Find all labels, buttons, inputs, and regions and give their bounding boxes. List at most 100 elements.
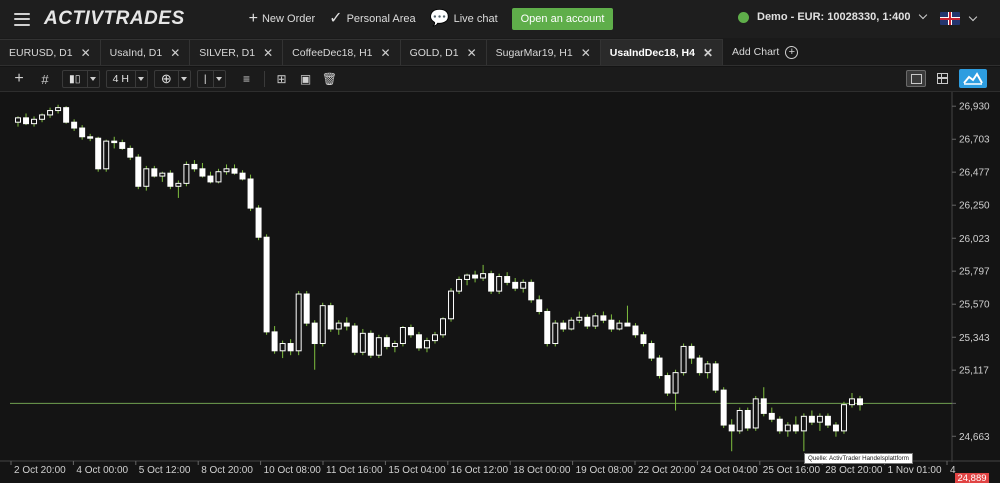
candle-body bbox=[744, 409, 751, 429]
candle-body bbox=[383, 337, 390, 347]
language-selector[interactable] bbox=[940, 12, 978, 25]
candle-body bbox=[624, 322, 631, 327]
checkmark-icon: ✓ bbox=[329, 10, 343, 27]
tab-usaind-dec18[interactable]: UsaIndDec18, H4 ✕ bbox=[600, 39, 724, 65]
candle-body bbox=[375, 337, 382, 356]
candle-body bbox=[319, 305, 326, 345]
plus-circle-icon: ⊕ bbox=[160, 71, 172, 86]
uk-flag-icon bbox=[940, 12, 960, 25]
candle-body bbox=[576, 316, 583, 321]
chevron-down-icon bbox=[919, 10, 928, 20]
single-layout-button[interactable] bbox=[906, 70, 926, 87]
candle-body bbox=[640, 334, 647, 345]
candle-body bbox=[520, 281, 527, 289]
add-indicator-dropdown[interactable]: ⊕ bbox=[153, 70, 191, 88]
tab-label: CoffeeDec18, H1 bbox=[292, 46, 373, 59]
candlestick-icon: ▮▯ bbox=[69, 73, 81, 85]
chart-tabs: EURUSD, D1 ✕ UsaInd, D1 ✕ SILVER, D1 ✕ Coff… bbox=[0, 38, 1000, 66]
tab-usaind[interactable]: UsaInd, D1 ✕ bbox=[100, 39, 191, 65]
fibonacci-icon[interactable]: ≡ bbox=[236, 70, 258, 88]
plus-icon: + bbox=[248, 10, 258, 27]
close-icon[interactable]: ✕ bbox=[467, 46, 477, 60]
tab-sugar[interactable]: SugarMar19, H1 ✕ bbox=[486, 39, 601, 65]
price-tick-label: 26,703 bbox=[959, 135, 990, 146]
candle-body bbox=[343, 322, 350, 327]
candle-body bbox=[432, 334, 438, 342]
close-icon[interactable]: ✕ bbox=[170, 46, 180, 60]
close-icon[interactable]: ✕ bbox=[581, 46, 591, 60]
tab-eurusd[interactable]: EURUSD, D1 ✕ bbox=[0, 39, 101, 65]
candle-body bbox=[680, 345, 687, 374]
price-chart[interactable]: 26,930 26,703 26,477 26,250 26,023 25,797 25,5… bbox=[0, 92, 1000, 483]
candle-body bbox=[167, 172, 174, 187]
single-panel-icon bbox=[910, 73, 922, 84]
candle-body bbox=[440, 318, 446, 336]
candle-body bbox=[760, 398, 767, 414]
grid-icon[interactable]: # bbox=[34, 70, 56, 88]
dropdown-arrow-icon bbox=[134, 71, 147, 87]
price-tick-label: 25,570 bbox=[959, 300, 990, 311]
grid-layout-button[interactable] bbox=[932, 70, 952, 87]
tab-coffee[interactable]: CoffeeDec18, H1 ✕ bbox=[283, 39, 401, 65]
candle-body bbox=[143, 168, 150, 187]
tab-gold[interactable]: GOLD, D1 ✕ bbox=[400, 39, 487, 65]
candle-body bbox=[399, 327, 406, 345]
add-chart-button[interactable]: Add Chart + bbox=[723, 39, 807, 65]
candle-body bbox=[271, 331, 278, 352]
activtrades-logo[interactable]: ACTIVTRADES bbox=[44, 8, 185, 30]
candle-body bbox=[287, 343, 294, 352]
candle-body bbox=[407, 327, 414, 336]
template-icon[interactable]: ▣ bbox=[295, 70, 317, 88]
close-icon[interactable]: ✕ bbox=[703, 46, 713, 60]
timeframe-dropdown[interactable]: 4 H bbox=[105, 70, 148, 88]
time-tick-label: 16 Oct 12:00 bbox=[451, 465, 509, 476]
menu-icon[interactable] bbox=[14, 12, 30, 26]
candle-body bbox=[31, 118, 38, 125]
candle-body bbox=[415, 334, 422, 349]
time-tick-label: 8 Oct 20:00 bbox=[201, 465, 253, 476]
candle-body bbox=[808, 415, 815, 423]
candle-body bbox=[536, 299, 543, 312]
new-order-button[interactable]: + New Order bbox=[249, 11, 316, 27]
candle-body bbox=[335, 322, 342, 330]
mountain-chart-button[interactable] bbox=[959, 69, 987, 88]
candle-body bbox=[95, 137, 102, 170]
time-tick-label: 2 Oct 20:00 bbox=[14, 465, 66, 476]
dropdown-arrow-icon bbox=[177, 71, 190, 87]
personal-area-button[interactable]: ✓ Personal Area bbox=[329, 11, 416, 27]
close-icon[interactable]: ✕ bbox=[263, 46, 273, 60]
account-label: Demo - EUR: 10028330, 1:400 bbox=[757, 11, 911, 23]
chart-type-dropdown[interactable]: ▮▯ bbox=[62, 70, 100, 88]
toolbar-divider bbox=[263, 71, 265, 87]
open-account-button[interactable]: Open an account bbox=[511, 8, 614, 30]
source-label: Quelle: ActivTrader Handelsplattform bbox=[804, 453, 913, 464]
candle-body bbox=[391, 343, 398, 347]
close-icon[interactable]: ✕ bbox=[381, 46, 391, 60]
candle-body bbox=[688, 345, 695, 359]
candle-body bbox=[584, 316, 591, 327]
candle-body bbox=[568, 319, 575, 330]
tab-silver[interactable]: SILVER, D1 ✕ bbox=[190, 39, 284, 65]
candle-body bbox=[496, 276, 503, 292]
close-icon[interactable]: ✕ bbox=[81, 46, 91, 60]
trash-icon[interactable]: 🗑 bbox=[319, 70, 341, 88]
objects-list-icon[interactable]: ⊞ bbox=[271, 70, 293, 88]
top-nav: + New Order ✓ Personal Area 💬 Live chat Ope… bbox=[249, 8, 614, 30]
drawing-tools-dropdown[interactable]: | bbox=[196, 70, 226, 88]
candle-body bbox=[592, 315, 599, 327]
tab-label: GOLD, D1 bbox=[409, 46, 459, 59]
account-status-icon bbox=[738, 11, 749, 23]
live-chat-button[interactable]: 💬 Live chat bbox=[430, 11, 498, 27]
candle-body bbox=[728, 424, 735, 432]
candle-body bbox=[175, 182, 182, 187]
chat-bubble-icon: 💬 bbox=[429, 10, 450, 27]
timeframe-value: 4 H bbox=[112, 73, 129, 85]
candle-body bbox=[560, 322, 567, 330]
new-order-label: New Order bbox=[261, 13, 316, 25]
account-selector[interactable]: Demo - EUR: 10028330, 1:400 bbox=[738, 10, 928, 23]
chart-canvas[interactable]: 26,930 26,703 26,477 26,250 26,023 25,797 25,5… bbox=[0, 92, 1000, 483]
crosshair-icon[interactable]: + bbox=[8, 70, 30, 88]
candle-body bbox=[111, 140, 118, 144]
candle-body bbox=[119, 142, 126, 149]
tab-label: SugarMar19, H1 bbox=[495, 46, 573, 59]
